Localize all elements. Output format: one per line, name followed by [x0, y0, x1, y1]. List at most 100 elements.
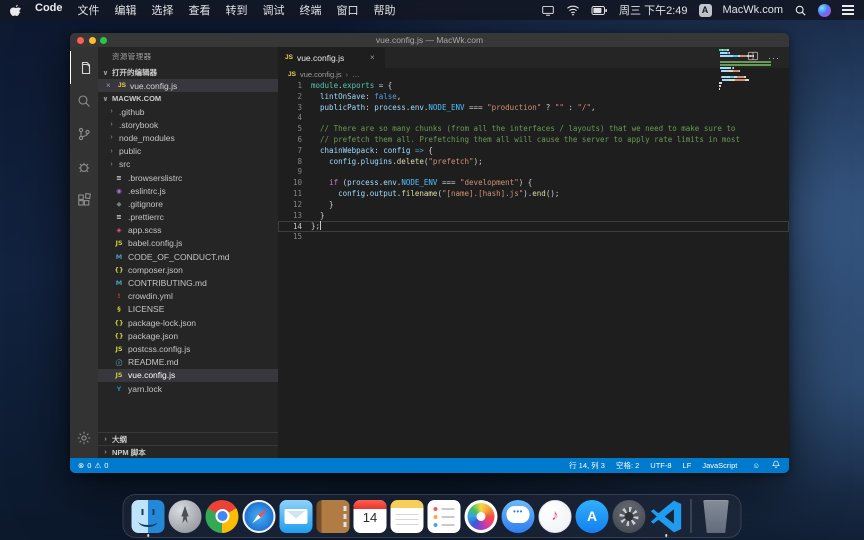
siri-icon[interactable]: [818, 4, 831, 17]
code-line-5[interactable]: 5 // There are so many chunks (from all …: [278, 124, 789, 135]
tree-file-yarn.lock[interactable]: Yyarn.lock: [98, 382, 278, 395]
dock-item-mail[interactable]: [280, 500, 313, 533]
tree-file-CONTRIBUTING.md[interactable]: MCONTRIBUTING.md: [98, 276, 278, 289]
code-line-2[interactable]: 2 lintOnSave: false,: [278, 92, 789, 103]
tree-file-.gitignore[interactable]: ◆.gitignore: [98, 197, 278, 210]
tree-file-CODE_OF_CONDUCT.md[interactable]: MCODE_OF_CONDUCT.md: [98, 250, 278, 263]
spotlight-icon[interactable]: [794, 4, 807, 17]
code-line-6[interactable]: 6 // prefetch them all. Prefetching them…: [278, 135, 789, 146]
tree-file-.prettierrc[interactable]: ≡.prettierrc: [98, 211, 278, 224]
dock-item-calendar[interactable]: 14: [354, 500, 387, 533]
tree-file-LICENSE[interactable]: §LICENSE: [98, 303, 278, 316]
debug-icon[interactable]: [70, 150, 98, 183]
tree-file-vue.config.js[interactable]: JSvue.config.js: [98, 369, 278, 382]
close-tab-icon[interactable]: ×: [370, 53, 378, 62]
dock-item-notes[interactable]: [391, 500, 424, 533]
feedback-smiley-icon[interactable]: ☺: [752, 461, 760, 470]
line-number: 12: [278, 200, 302, 211]
menu-item-选择[interactable]: 选择: [152, 2, 174, 18]
menu-item-终端[interactable]: 终端: [300, 2, 322, 18]
code-line-14[interactable]: 14};: [278, 221, 789, 232]
input-method-icon[interactable]: A: [699, 4, 712, 17]
extensions-icon[interactable]: [70, 183, 98, 216]
tree-folder-src[interactable]: ›src: [98, 158, 278, 171]
status-item[interactable]: JavaScript: [702, 461, 737, 470]
open-editors-header[interactable]: ∨ 打开的编辑器: [98, 66, 278, 79]
code-line-13[interactable]: 13 }: [278, 211, 789, 222]
menu-item-调试[interactable]: 调试: [263, 2, 285, 18]
menu-item-文件[interactable]: 文件: [78, 2, 100, 18]
code-line-7[interactable]: 7 chainWebpack: config => {: [278, 146, 789, 157]
sidebar-section-大纲[interactable]: ›大纲: [98, 432, 278, 445]
dock-item-trash[interactable]: [700, 500, 733, 533]
status-item[interactable]: 行 14, 列 3: [569, 460, 605, 471]
code-line-9[interactable]: 9: [278, 167, 789, 178]
tree-folder-public[interactable]: ›public: [98, 145, 278, 158]
dock-item-preferences[interactable]: [613, 500, 646, 533]
clock[interactable]: 周三 下午2:49: [619, 2, 687, 18]
code-line-1[interactable]: 1module.exports = {: [278, 81, 789, 92]
dock-item-messages[interactable]: •••: [502, 500, 535, 533]
settings-gear-icon[interactable]: [70, 421, 98, 454]
battery-icon[interactable]: [591, 5, 608, 16]
tree-file-README.md[interactable]: ⓘREADME.md: [98, 356, 278, 369]
dock-item-reminders[interactable]: [428, 500, 461, 533]
source-control-icon[interactable]: [70, 117, 98, 150]
dock-item-photos[interactable]: [465, 500, 498, 533]
status-item[interactable]: LF: [683, 461, 692, 470]
explorer-icon[interactable]: [70, 51, 98, 84]
notification-center-icon[interactable]: [842, 5, 854, 15]
tab-vue-config[interactable]: JS vue.config.js ×: [278, 47, 386, 68]
code-line-12[interactable]: 12 }: [278, 200, 789, 211]
close-icon[interactable]: ×: [106, 81, 114, 90]
dock-item-safari[interactable]: [243, 500, 276, 533]
code-line-11[interactable]: 11 config.output.filename("[name].[hash]…: [278, 189, 789, 200]
menu-item-帮助[interactable]: 帮助: [374, 2, 396, 18]
menu-bar-brand[interactable]: MacWk.com: [723, 4, 784, 16]
dock-item-vscode[interactable]: [650, 500, 683, 533]
tree-file-package.json[interactable]: {}package.json: [98, 329, 278, 342]
status-item[interactable]: UTF-8: [650, 461, 671, 470]
tree-folder-node_modules[interactable]: ›node_modules: [98, 131, 278, 144]
tree-file-.eslintrc.js[interactable]: ◉.eslintrc.js: [98, 184, 278, 197]
code-line-15[interactable]: 15: [278, 232, 789, 243]
tree-folder-.github[interactable]: ›.github: [98, 105, 278, 118]
wifi-icon[interactable]: [566, 4, 580, 16]
search-icon[interactable]: [70, 84, 98, 117]
menu-item-窗口[interactable]: 窗口: [337, 2, 359, 18]
tree-file-package-lock.json[interactable]: {}package-lock.json: [98, 316, 278, 329]
code-line-8[interactable]: 8 config.plugins.delete("prefetch");: [278, 157, 789, 168]
breadcrumb[interactable]: JS vue.config.js › …: [278, 68, 789, 81]
menu-item-查看[interactable]: 查看: [189, 2, 211, 18]
menu-item-编辑[interactable]: 编辑: [115, 2, 137, 18]
display-icon[interactable]: [541, 4, 555, 17]
tree-file-crowdin.yml[interactable]: !crowdin.yml: [98, 290, 278, 303]
tree-file-babel.config.js[interactable]: JSbabel.config.js: [98, 237, 278, 250]
status-item[interactable]: 空格: 2: [616, 460, 639, 471]
dock-item-appstore[interactable]: A: [576, 500, 609, 533]
problems-indicator[interactable]: ⊗ 0 ⚠ 0: [78, 461, 108, 470]
code-line-10[interactable]: 10 if (process.env.NODE_ENV === "develop…: [278, 178, 789, 189]
dock-item-itunes[interactable]: ♪: [539, 500, 572, 533]
bell-icon[interactable]: [771, 459, 781, 472]
open-editor-item[interactable]: × JS vue.config.js: [98, 79, 278, 92]
tree-file-composer.json[interactable]: {}composer.json: [98, 263, 278, 276]
code-editor[interactable]: 1module.exports = {2 lintOnSave: false,3…: [278, 81, 789, 458]
project-root-header[interactable]: ∨ MACWK.COM: [98, 92, 278, 105]
window-titlebar[interactable]: vue.config.js — MacWk.com: [70, 33, 789, 47]
dock-item-launchpad[interactable]: [169, 500, 202, 533]
dock-item-chrome[interactable]: [206, 500, 239, 533]
tree-file-postcss.config.js[interactable]: JSpostcss.config.js: [98, 342, 278, 355]
code-line-3[interactable]: 3 publicPath: process.env.NODE_ENV === "…: [278, 103, 789, 114]
menu-item-app[interactable]: Code: [35, 2, 63, 18]
dock-item-finder[interactable]: [132, 500, 165, 533]
dock-item-contacts[interactable]: [317, 500, 350, 533]
sidebar-section-NPM 脚本[interactable]: ›NPM 脚本: [98, 445, 278, 458]
code-line-4[interactable]: 4: [278, 113, 789, 124]
tree-file-.browserslistrc[interactable]: ≡.browserslistrc: [98, 171, 278, 184]
apple-menu[interactable]: [10, 4, 21, 17]
tree-folder-.storybook[interactable]: ›.storybook: [98, 118, 278, 131]
tree-file-app.scss[interactable]: ◈app.scss: [98, 224, 278, 237]
menu-item-转到[interactable]: 转到: [226, 2, 248, 18]
minimap[interactable]: [719, 49, 775, 94]
